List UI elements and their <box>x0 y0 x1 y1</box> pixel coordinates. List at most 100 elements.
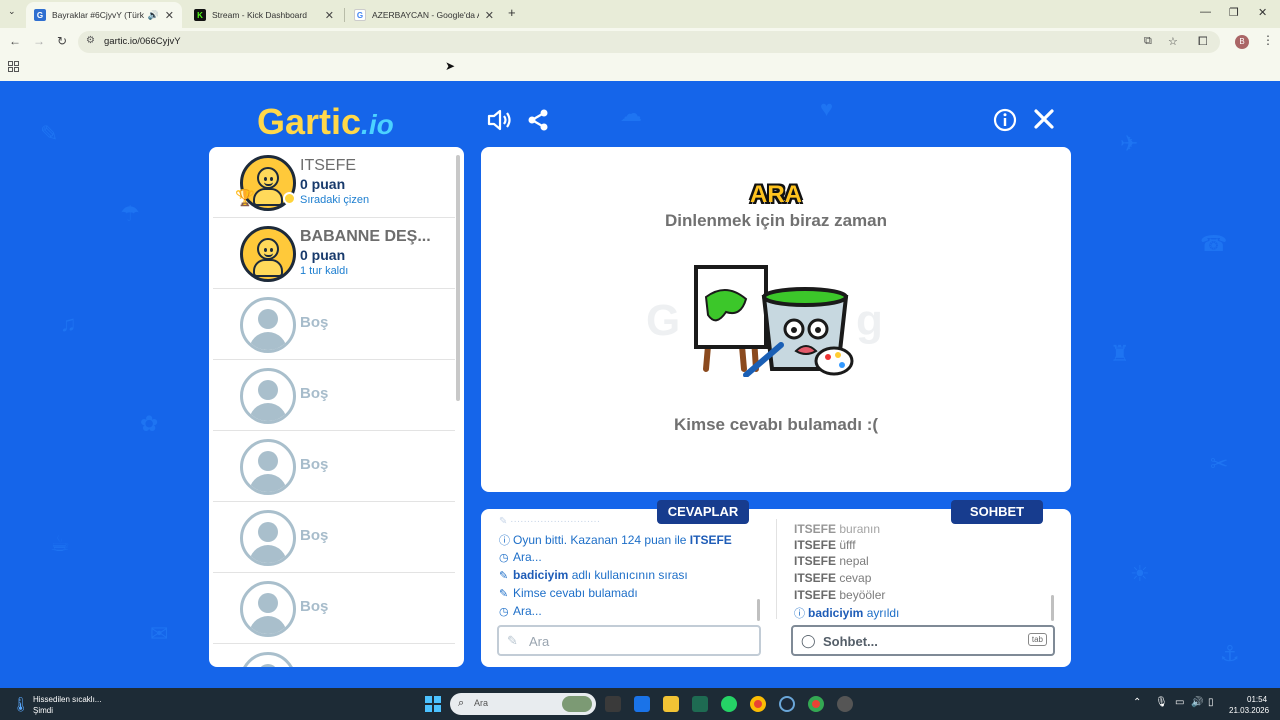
answers-scrollbar[interactable] <box>757 599 760 621</box>
site-info-icon[interactable]: ⚙ <box>86 35 95 46</box>
chrome-active-icon[interactable] <box>808 696 824 712</box>
forward-icon[interactable]: → <box>33 34 45 48</box>
bookmark-star-icon[interactable]: ☆ <box>1168 35 1178 48</box>
reload-icon[interactable]: ↻ <box>57 34 67 48</box>
player-row[interactable]: BABANNE DEŞ... 0 puan 1 tur kaldı <box>213 218 455 289</box>
answers-label: CEVAPLAR <box>657 500 749 524</box>
close-tab-icon[interactable]: ✕ <box>485 9 494 22</box>
stage-subtitle: Dinlenmek için biraz zaman <box>664 211 887 230</box>
app-icon[interactable] <box>605 696 621 712</box>
info-icon[interactable] <box>993 108 1017 132</box>
close-icon[interactable] <box>1033 108 1055 130</box>
empty-slot-label: Boş <box>300 456 329 473</box>
pencil-icon: ✎ <box>499 588 509 600</box>
outlook-icon[interactable] <box>634 696 650 712</box>
network-icon[interactable]: ▭ <box>1175 697 1184 708</box>
install-app-icon[interactable]: ⧉ <box>1144 35 1152 48</box>
chat-bubble-icon: ◯ <box>801 633 816 648</box>
weather-subtitle: Şimdi <box>33 706 54 715</box>
whatsapp-icon[interactable] <box>721 696 737 712</box>
windows-taskbar: 🌡 Hissedilen sıcaklı... Şimdi ⌕ Ara ⌃ 🎙 … <box>0 688 1280 720</box>
minimize-button[interactable]: — <box>1200 6 1211 18</box>
menu-icon[interactable]: ⋮ <box>1262 33 1274 47</box>
clock-date[interactable]: 21.03.2026 <box>1229 706 1269 715</box>
empty-slot-label: Boş <box>300 314 329 331</box>
microphone-icon[interactable]: 🎙 <box>1155 697 1168 708</box>
tab-kick[interactable]: K Stream - Kick Dashboard ✕ <box>186 2 342 28</box>
doodle-icon: ♥ <box>820 96 834 121</box>
address-bar: ← → ↻ ⚙ gartic.io/066CyjvY ⧉ ☆ ⧠ <box>0 28 1280 56</box>
taskbar-search[interactable]: ⌕ Ara <box>450 693 596 715</box>
tab-search-icon[interactable]: ⌄ <box>8 6 16 17</box>
windows-start-icon[interactable] <box>425 696 441 712</box>
answer-input[interactable]: ✎ Ara <box>497 625 761 656</box>
weather-icon[interactable]: 🌡 <box>12 696 30 713</box>
doodle-icon: ☕ <box>50 531 70 556</box>
speaker-icon[interactable]: 🔊 <box>148 10 159 21</box>
close-tab-icon[interactable]: ✕ <box>165 9 174 22</box>
empty-slot-label: Boş <box>300 385 329 402</box>
players-scrollbar[interactable] <box>456 155 460 401</box>
chat-scrollbar[interactable] <box>1051 595 1054 621</box>
tab-title: Bayraklar #6CjyvY (Türkçe) <box>52 10 144 20</box>
paint-bucket-illustration: G g <box>646 265 883 377</box>
new-tab-button[interactable]: + <box>508 5 516 20</box>
empty-slot-label: Boş <box>300 598 329 615</box>
answers-chat-panel: CEVAPLAR SOHBET ✎ ······················… <box>481 500 1071 667</box>
url-text: gartic.io/066CyjvY <box>104 36 181 47</box>
back-icon[interactable]: ← <box>9 34 21 48</box>
tab-title: AZERBAYCAN - Google'da Ara <box>372 10 479 20</box>
player-row[interactable]: 🏆 ITSEFE 0 puan Sıradaki çizen <box>213 147 455 218</box>
profile-avatar[interactable]: B <box>1235 35 1249 49</box>
empty-avatar-icon <box>240 368 296 424</box>
answer-log-line-partial: ✎ ··························· <box>499 516 601 527</box>
player-row-empty: Boş <box>213 289 455 360</box>
trophy-icon: 🏆 <box>235 190 255 207</box>
clock-icon: ◷ <box>499 606 509 618</box>
chat-input-placeholder: Sohbet... <box>823 634 878 649</box>
maximize-button[interactable]: ❐ <box>1229 6 1239 19</box>
chevron-up-icon[interactable]: ⌃ <box>1133 697 1141 708</box>
doodle-icon: ✂ <box>1210 451 1229 476</box>
empty-avatar-icon <box>240 652 296 667</box>
file-explorer-icon[interactable] <box>663 696 679 712</box>
player-row-empty: Boş <box>213 573 455 644</box>
doodle-icon: ✈ <box>1120 131 1139 156</box>
app-icon[interactable] <box>837 696 853 712</box>
answer-input-placeholder: Ara <box>529 634 550 649</box>
answer-log-line: ✎ Kimse cevabı bulamadı <box>499 586 638 600</box>
share-icon[interactable] <box>526 108 550 132</box>
close-window-button[interactable]: ✕ <box>1258 6 1267 19</box>
weather-title[interactable]: Hissedilen sıcaklı... <box>33 695 101 704</box>
doodle-icon: ♫ <box>60 311 77 336</box>
svg-text:G: G <box>646 296 680 345</box>
battery-icon[interactable]: ▯ <box>1208 697 1214 708</box>
volume-icon[interactable]: 🔊 <box>1191 697 1203 708</box>
tab-google[interactable]: G AZERBAYCAN - Google'da Ara ✕ <box>346 2 502 28</box>
tab-gartic[interactable]: G Bayraklar #6CjyvY (Türkçe) 🔊 ✕ <box>26 2 182 28</box>
answer-log-line: ⓘ Oyun bitti. Kazanan 124 puan ile ITSEFE <box>499 533 732 547</box>
player-points: 0 puan <box>300 176 346 192</box>
volume-icon[interactable] <box>486 108 512 132</box>
apps-grid-icon[interactable] <box>8 61 19 72</box>
app-icon[interactable] <box>692 696 708 712</box>
steam-icon[interactable] <box>779 696 795 712</box>
coin-icon <box>283 192 296 205</box>
chat-line: ITSEFE beyööler <box>794 588 886 602</box>
doodle-icon: ☁ <box>620 101 642 126</box>
gartic-logo: Gartic.io <box>257 101 394 142</box>
doodle-icon: ♜ <box>1110 341 1130 366</box>
url-field[interactable]: ⚙ gartic.io/066CyjvY ⧉ ☆ <box>78 31 1220 53</box>
extensions-icon[interactable]: ⧠ <box>1198 34 1208 49</box>
google-favicon-icon: G <box>354 9 366 21</box>
chat-system-line: ⓘ badiciyim ayrıldı <box>794 606 900 620</box>
doodle-icon: ☀ <box>1130 561 1150 586</box>
close-tab-icon[interactable]: ✕ <box>325 9 334 22</box>
chat-input[interactable]: ◯ Sohbet... tab <box>791 625 1055 656</box>
chat-line: ITSEFE nepal <box>794 554 869 568</box>
empty-avatar-icon <box>240 510 296 566</box>
clock-time[interactable]: 01:54 <box>1247 695 1267 704</box>
chrome-icon[interactable] <box>750 696 766 712</box>
doodle-icon: ✉ <box>150 621 169 646</box>
doodle-icon: ☂ <box>120 201 140 226</box>
